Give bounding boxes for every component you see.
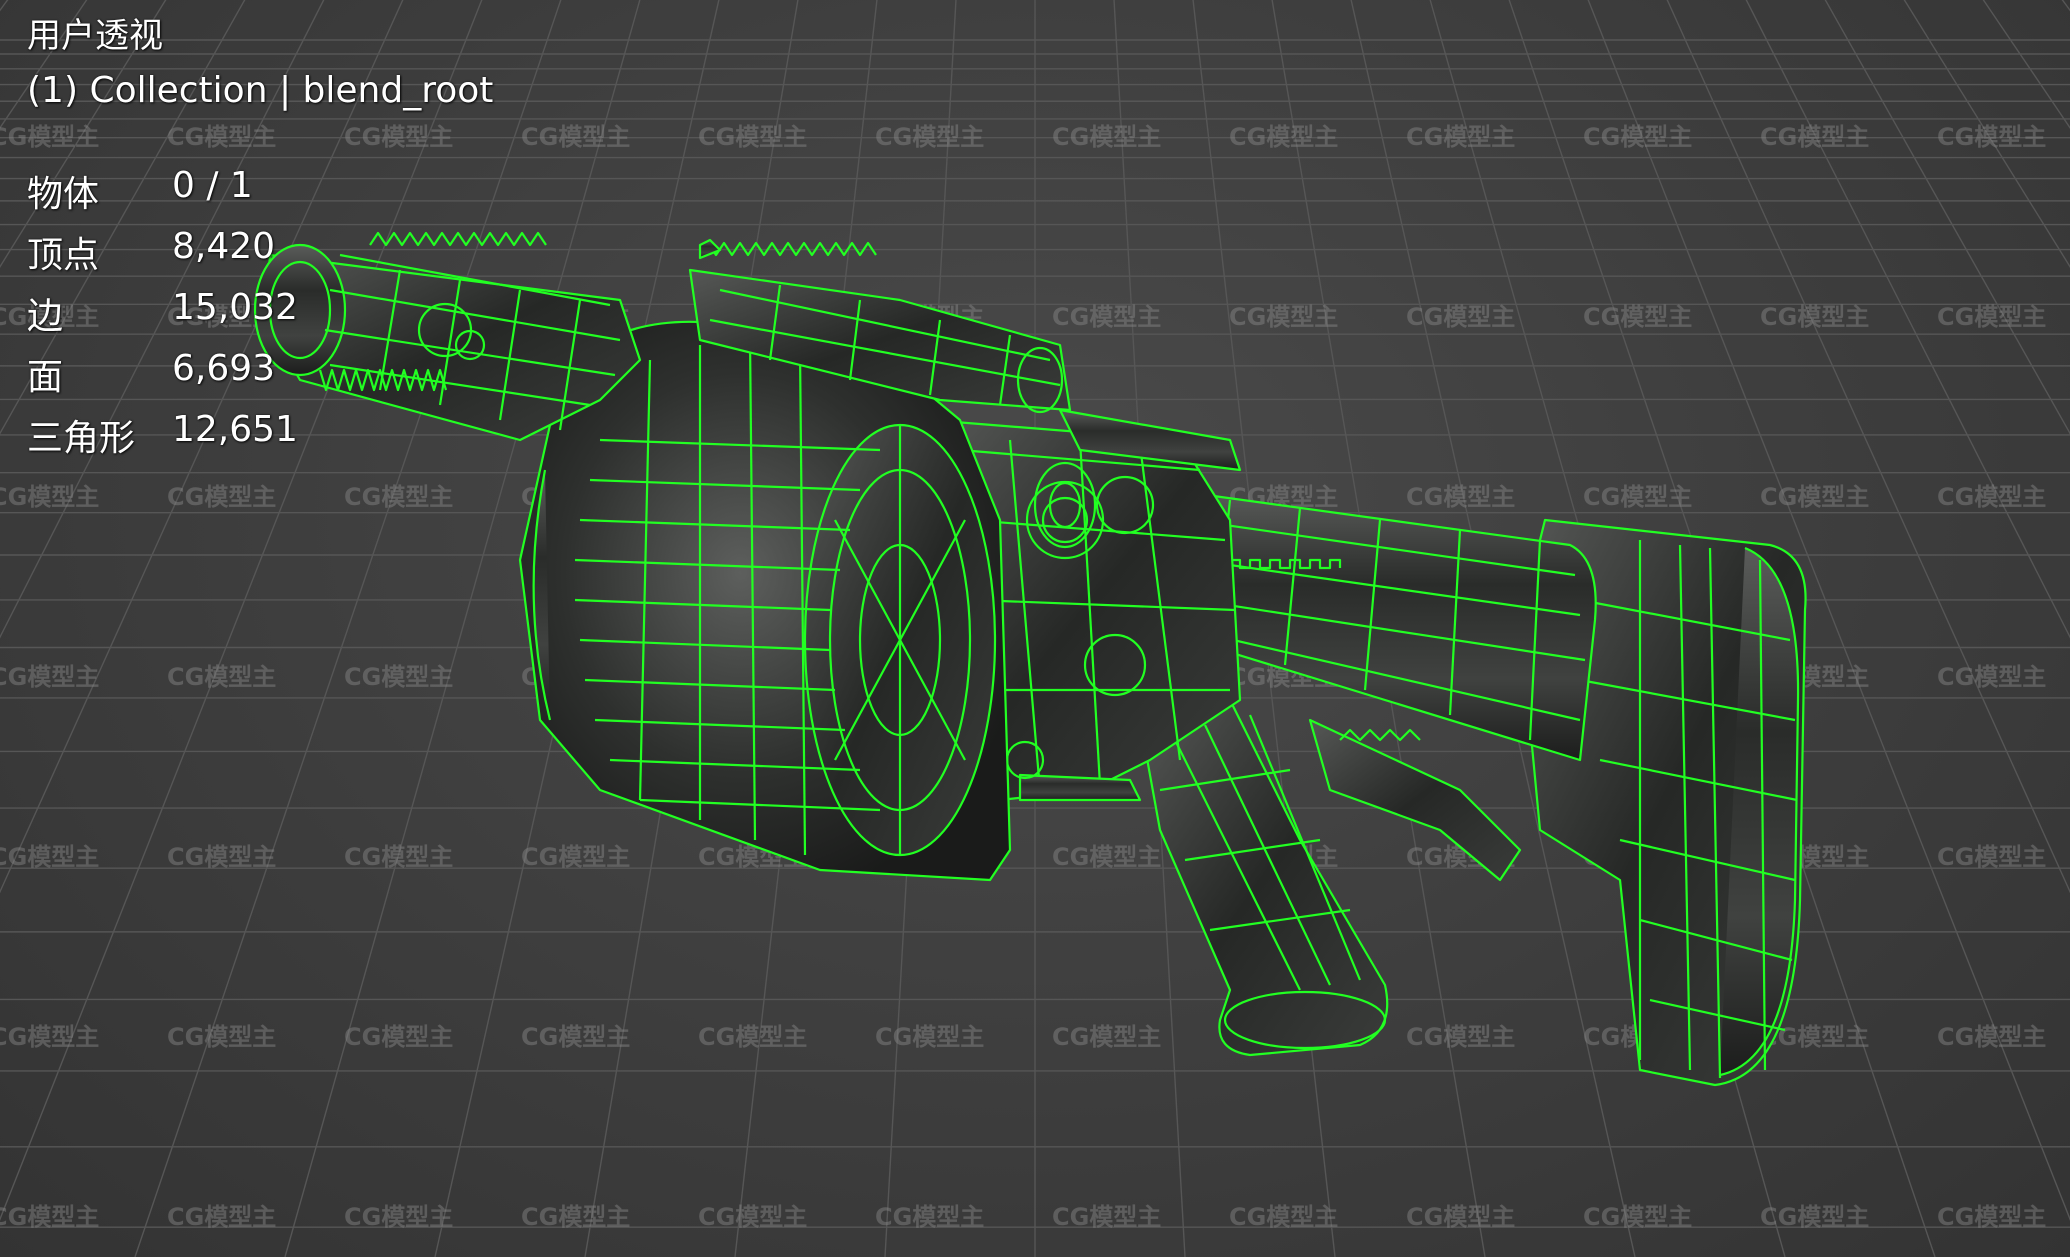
watermark-text: CG模型主	[1052, 1023, 1161, 1051]
watermark-text: CG模型主	[167, 123, 276, 151]
mesh-cylinder-drum[interactable]	[518, 320, 1012, 882]
watermark-text: CG模型主	[0, 843, 99, 871]
watermark-text: CG模型主	[1937, 483, 2046, 511]
watermark-text: CG模型主	[0, 1023, 99, 1051]
watermark-text: CG模型主	[1583, 303, 1692, 331]
watermark-text: CG模型主	[1760, 123, 1869, 151]
watermark-text: CG模型主	[1583, 1203, 1692, 1231]
watermark-text: CG模型主	[0, 663, 99, 691]
collection-label: (1) Collection | blend_root	[27, 70, 494, 111]
stat-label: 三角形	[27, 418, 136, 459]
watermark-text: CG模型主	[344, 843, 453, 871]
watermark-text: CG模型主	[1406, 483, 1515, 511]
stat-value: 15,032	[172, 287, 298, 328]
watermark-text: CG模型主	[167, 843, 276, 871]
watermark-text: CG模型主	[1760, 303, 1869, 331]
stat-label: 边	[27, 296, 64, 337]
mesh-barrel[interactable]	[253, 231, 642, 442]
watermark-text: CG模型主	[344, 663, 453, 691]
watermark-text: CG模型主	[0, 1203, 99, 1231]
watermark-text: CG模型主	[698, 1203, 807, 1231]
watermark-text: CG模型主	[1583, 123, 1692, 151]
watermark-text: CG模型主	[344, 1203, 453, 1231]
watermark-text: CG模型主	[698, 1023, 807, 1051]
watermark-text: CG模型主	[1937, 123, 2046, 151]
grenade-launcher-mesh[interactable]	[253, 231, 1807, 1087]
watermark-text: CG模型主	[167, 483, 276, 511]
watermark-text: CG模型主	[521, 1023, 630, 1051]
watermark-text: CG模型主	[698, 123, 807, 151]
stat-value: 0 / 1	[172, 165, 253, 206]
watermark-text: CG模型主	[521, 123, 630, 151]
watermark-text: CG模型主	[1937, 303, 2046, 331]
watermark-text: CG模型主	[521, 843, 630, 871]
watermark-text: CG模型主	[1937, 663, 2046, 691]
watermark-text: CG模型主	[1229, 123, 1338, 151]
watermark-text: CG模型主	[1937, 1203, 2046, 1231]
viewport-scene[interactable]: CG模型主 CG模型主 CG模型主 CG模型主 CG模型主 CG模型主 CG模型主 CG模型主…	[0, 0, 2070, 1257]
watermark-text: CG模型主	[875, 1203, 984, 1231]
watermark-text: CG模型主	[344, 483, 453, 511]
stat-value: 6,693	[172, 348, 276, 389]
watermark-text: CG模型主	[1406, 1023, 1515, 1051]
watermark-text: CG模型主	[521, 1203, 630, 1231]
watermark-text: CG模型主	[344, 1023, 453, 1051]
3d-viewport[interactable]: CG模型主 CG模型主 CG模型主 CG模型主 CG模型主 CG模型主 CG模型主 CG模型主…	[0, 0, 2070, 1257]
watermark-text: CG模型主	[0, 123, 99, 151]
stat-value: 8,420	[172, 226, 276, 267]
watermark-text: CG模型主	[1760, 483, 1869, 511]
watermark-text: CG模型主	[1229, 303, 1338, 331]
stat-value: 12,651	[172, 409, 298, 450]
watermark-text: CG模型主	[1052, 303, 1161, 331]
watermark-text: CG模型主	[875, 1023, 984, 1051]
stat-label: 物体	[27, 174, 100, 215]
watermark-text: CG模型主	[1583, 483, 1692, 511]
watermark-text: CG模型主	[1406, 1203, 1515, 1231]
watermark-text: CG模型主	[0, 483, 99, 511]
watermark-text: CG模型主	[167, 1023, 276, 1051]
watermark-text: CG模型主	[1937, 843, 2046, 871]
watermark-text: CG模型主	[1052, 123, 1161, 151]
watermark-text: CG模型主	[1406, 303, 1515, 331]
watermark-text: CG模型主	[1229, 1203, 1338, 1231]
watermark-text: CG模型主	[167, 1203, 276, 1231]
watermark-text: CG模型主	[1052, 843, 1161, 871]
stat-label: 面	[27, 357, 64, 398]
watermark-text: CG模型主	[1937, 1023, 2046, 1051]
watermark-text: CG模型主	[1052, 1203, 1161, 1231]
stat-label: 顶点	[27, 235, 100, 276]
view-name-label: 用户透视	[27, 16, 163, 56]
watermark-text: CG模型主	[1406, 123, 1515, 151]
watermark-text: CG模型主	[167, 663, 276, 691]
watermark-text: CG模型主	[875, 123, 984, 151]
watermark-text: CG模型主	[1760, 1203, 1869, 1231]
watermark-text: CG模型主	[344, 123, 453, 151]
